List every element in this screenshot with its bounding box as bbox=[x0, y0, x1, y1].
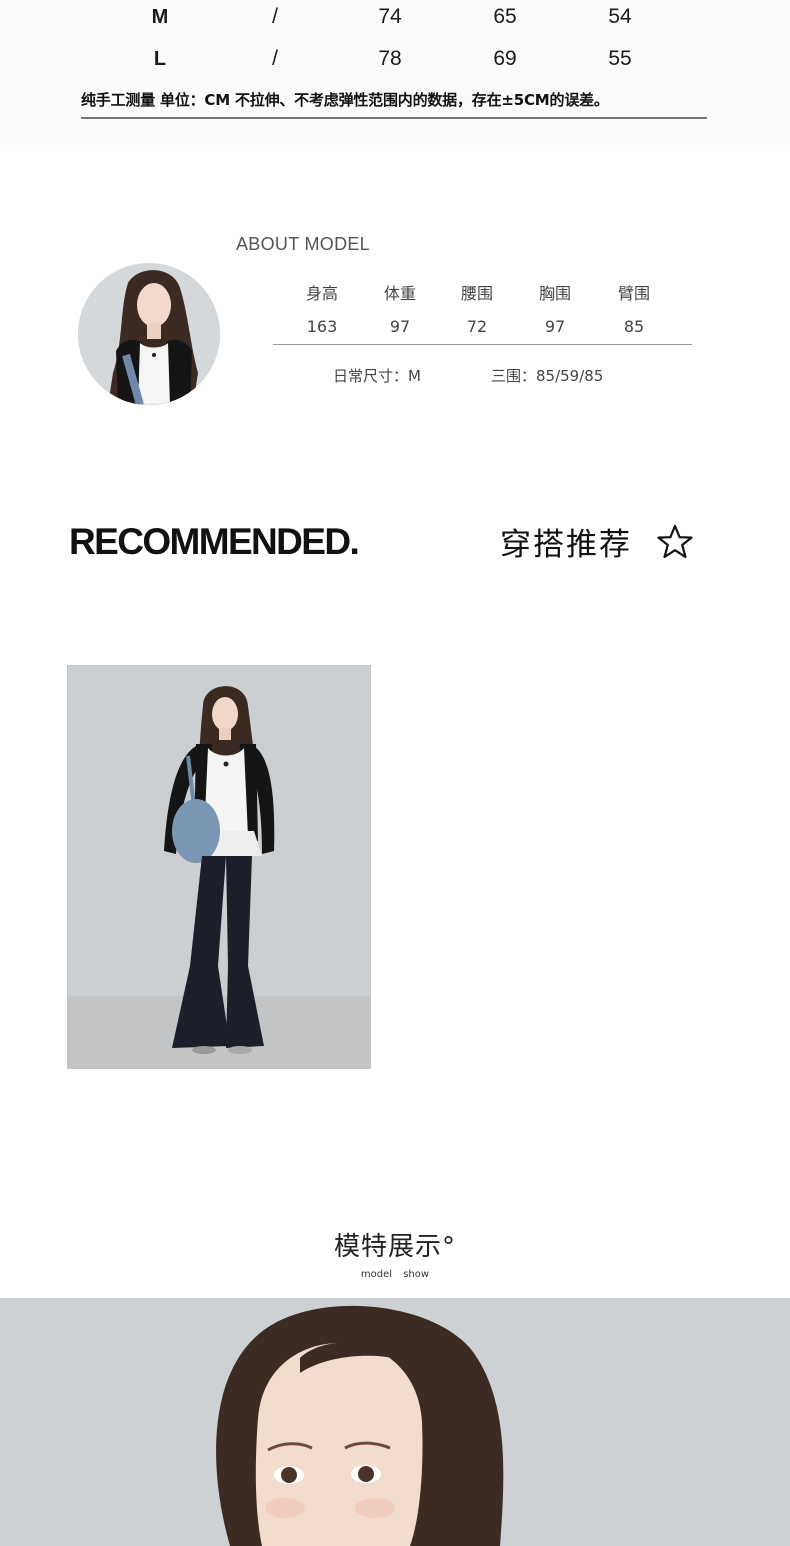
size-cell: / bbox=[272, 47, 278, 70]
stat-value-chest: 97 bbox=[544, 317, 566, 336]
size-cell: 55 bbox=[608, 47, 632, 70]
stat-header-height: 身高 bbox=[305, 284, 339, 303]
divider bbox=[81, 117, 707, 119]
model-stats-headers: 身高 体重 腰围 胸围 臂围 bbox=[0, 282, 790, 306]
size-cell: / bbox=[272, 5, 278, 28]
measurement-note: 纯手工测量 单位：CM 不拉伸、不考虑弹性范围内的数据，存在±5CM的误差。 bbox=[81, 91, 609, 109]
stat-value-height: 163 bbox=[306, 317, 338, 336]
model-stats-values: 163 97 72 97 85 bbox=[0, 315, 790, 339]
stat-header-chest: 胸围 bbox=[538, 284, 572, 303]
model-show-title: 模特展示° bbox=[333, 1232, 456, 1262]
size-cell: 74 bbox=[378, 5, 402, 28]
daily-size: 日常尺寸：M bbox=[333, 367, 421, 385]
body-measurements: 三围：85/59/85 bbox=[491, 367, 604, 385]
model-show-subtitle: model show bbox=[360, 1269, 430, 1280]
size-cell: L bbox=[153, 48, 167, 70]
stat-header-waist: 腰围 bbox=[460, 284, 494, 303]
size-row-m: M / 74 65 54 bbox=[0, 0, 790, 34]
size-cell: M bbox=[151, 6, 169, 28]
size-table-section: M / 74 65 54 L / 78 69 55 纯手工测量 单位：CM 不拉… bbox=[0, 0, 790, 145]
stat-header-weight: 体重 bbox=[383, 284, 417, 303]
size-cell: 69 bbox=[493, 47, 517, 70]
model-closeup-photo bbox=[0, 1298, 790, 1546]
size-cell: 65 bbox=[493, 5, 517, 28]
divider bbox=[273, 344, 692, 345]
recommended-title-cn: 穿搭推荐 bbox=[500, 527, 632, 563]
size-cell: 78 bbox=[378, 47, 402, 70]
stat-value-weight: 97 bbox=[389, 317, 411, 336]
stat-value-arm: 85 bbox=[623, 317, 645, 336]
stat-header-arm: 臂围 bbox=[617, 284, 651, 303]
outfit-photo bbox=[67, 665, 371, 1069]
stat-value-waist: 72 bbox=[466, 317, 488, 336]
about-model-title: ABOUT MODEL bbox=[236, 234, 370, 254]
recommended-title-en: RECOMMENDED. bbox=[69, 521, 360, 562]
size-cell: 54 bbox=[608, 5, 632, 28]
star-icon bbox=[657, 524, 693, 559]
size-row-l: L / 78 69 55 bbox=[0, 42, 790, 76]
